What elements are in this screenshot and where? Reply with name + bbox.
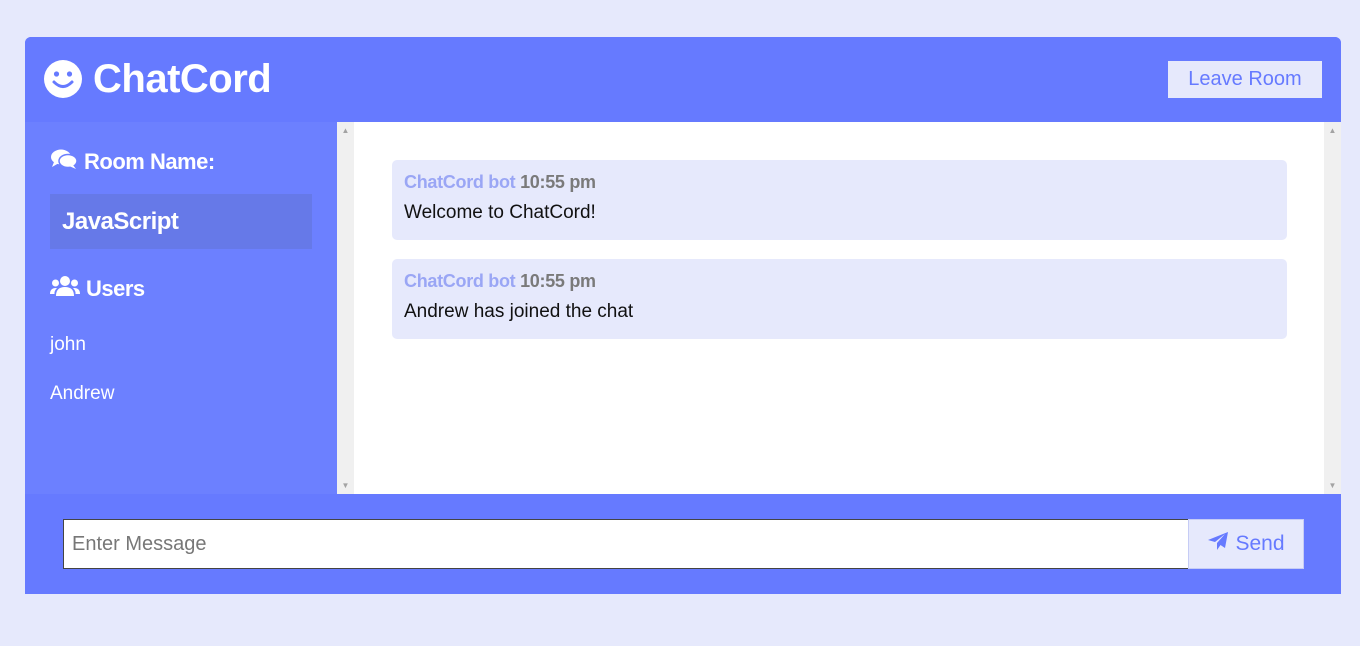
message: ChatCord bot 10:55 pm Welcome to ChatCor… — [392, 160, 1287, 240]
app-title: ChatCord — [93, 56, 272, 101]
messages-scrollbar[interactable]: ▲ ▼ — [1324, 122, 1341, 494]
chat-messages: ChatCord bot 10:55 pm Welcome to ChatCor… — [354, 122, 1341, 494]
smile-icon — [43, 59, 83, 99]
users-heading-label: Users — [86, 276, 145, 301]
chat-form: Send — [25, 494, 1341, 594]
scroll-up-arrow-icon[interactable]: ▲ — [1324, 122, 1341, 139]
scroll-down-arrow-icon[interactable]: ▼ — [337, 477, 354, 494]
message-meta: ChatCord bot 10:55 pm — [404, 271, 1275, 292]
scroll-down-arrow-icon[interactable]: ▼ — [1324, 477, 1341, 494]
comments-icon — [50, 148, 78, 176]
user-list-item: john — [50, 334, 86, 355]
message-text: Welcome to ChatCord! — [404, 202, 596, 223]
message-time: 10:55 pm — [520, 172, 596, 192]
users-heading: Users — [50, 275, 145, 303]
chat-sidebar: Room Name: JavaScript Users john Andrew — [25, 122, 354, 494]
room-name-value: JavaScript — [50, 194, 312, 249]
message-author: ChatCord bot — [404, 172, 516, 192]
room-name-heading: Room Name: — [50, 148, 215, 176]
user-list-item: Andrew — [50, 383, 115, 404]
send-button-label: Send — [1235, 532, 1285, 555]
send-button[interactable]: Send — [1188, 519, 1304, 569]
chat-header: ChatCord Leave Room — [25, 37, 1341, 122]
sidebar-scrollbar[interactable]: ▲ ▼ — [337, 122, 354, 494]
message-input[interactable] — [63, 519, 1189, 569]
users-icon — [50, 275, 80, 303]
app-logo: ChatCord — [43, 56, 272, 101]
chat-main: Room Name: JavaScript Users john Andrew … — [25, 122, 1341, 494]
message-text: Andrew has joined the chat — [404, 301, 634, 322]
leave-room-button[interactable]: Leave Room — [1168, 61, 1322, 98]
message-meta: ChatCord bot 10:55 pm — [404, 172, 1275, 193]
chat-container: ChatCord Leave Room Room Name: JavaScrip… — [25, 37, 1341, 594]
message: ChatCord bot 10:55 pm Andrew has joined … — [392, 259, 1287, 339]
scroll-up-arrow-icon[interactable]: ▲ — [337, 122, 354, 139]
room-name-heading-label: Room Name: — [84, 149, 215, 174]
paper-plane-icon — [1207, 531, 1229, 557]
message-author: ChatCord bot — [404, 271, 516, 291]
message-time: 10:55 pm — [520, 271, 596, 291]
